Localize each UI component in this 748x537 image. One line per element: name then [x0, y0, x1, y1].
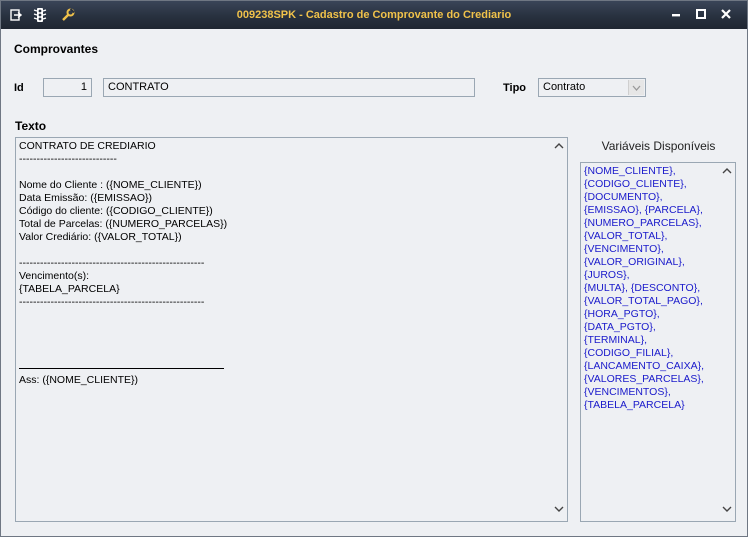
variable-item: {LANCAMENTO_CAIXA},: [584, 360, 705, 372]
texto-line: [19, 166, 549, 179]
texto-line: ----------------------------: [19, 153, 117, 165]
chevron-down-icon[interactable]: [628, 80, 644, 95]
texto-line: [19, 335, 549, 348]
scroll-down-icon[interactable]: [553, 505, 565, 517]
variable-item: {MULTA}, {DESCONTO},: [584, 282, 701, 294]
variable-item: {JUROS},: [584, 269, 630, 281]
variable-item: {VENCIMENTO},: [584, 243, 664, 255]
variable-item: {DOCUMENTO},: [584, 191, 663, 203]
title-bar[interactable]: 009238SPK - Cadastro de Comprovante do C…: [1, 1, 747, 29]
variable-item: {VENCIMENTOS},: [584, 386, 671, 398]
texto-line: CONTRATO DE CREDIARIO: [19, 140, 156, 152]
name-field[interactable]: CONTRATO: [103, 78, 475, 97]
variable-item: {HORA_PGTO},: [584, 308, 660, 320]
texto-line: Valor Crediário: ({VALOR_TOTAL}): [19, 231, 182, 243]
variable-item: {VALORES_PARCELAS},: [584, 373, 704, 385]
texto-editor[interactable]: CONTRATO DE CREDIARIO ------------------…: [15, 137, 568, 522]
id-field[interactable]: 1: [43, 78, 92, 97]
texto-content: CONTRATO DE CREDIARIO ------------------…: [19, 140, 549, 387]
variaveis-content: {NOME_CLIENTE}, {CODIGO_CLIENTE}, {DOCUM…: [584, 165, 717, 412]
texto-label: Texto: [15, 119, 47, 133]
app-window: 009238SPK - Cadastro de Comprovante do C…: [0, 0, 748, 537]
id-label: Id: [14, 82, 24, 94]
minimize-icon[interactable]: [669, 8, 683, 22]
variable-item: {NUMERO_PARCELAS},: [584, 217, 702, 229]
texto-line: ----------------------------------------…: [19, 296, 205, 308]
texto-line: Ass: ({NOME_CLIENTE}): [19, 374, 139, 386]
variable-item: {DATA_PGTO},: [584, 321, 656, 333]
texto-line: Vencimento(s):: [19, 270, 90, 282]
variable-item: {VALOR_ORIGINAL},: [584, 256, 685, 268]
maximize-icon[interactable]: [694, 8, 708, 22]
texto-line: Data Emissão: ({EMISSAO}): [19, 192, 153, 204]
texto-line: {TABELA_PARCELA}: [19, 283, 120, 295]
texto-line: [19, 348, 549, 361]
variable-item: {VALOR_TOTAL},: [584, 230, 668, 242]
variable-item: {NOME_CLIENTE},: [584, 165, 676, 177]
variaveis-list[interactable]: {NOME_CLIENTE}, {CODIGO_CLIENTE}, {DOCUM…: [580, 162, 736, 522]
tipo-select[interactable]: Contrato: [538, 78, 646, 97]
texto-line: ----------------------------------------…: [19, 257, 205, 269]
texto-line: Total de Parcelas: ({NUMERO_PARCELAS}): [19, 218, 228, 230]
variaveis-label: Variáveis Disponíveis: [601, 139, 716, 153]
window-title: 009238SPK - Cadastro de Comprovante do C…: [236, 9, 512, 21]
texto-line: [19, 309, 549, 322]
variable-item: {CODIGO_FILIAL},: [584, 347, 674, 359]
variable-item: {VALOR_TOTAL_PAGO},: [584, 295, 703, 307]
variable-item: {EMISSAO}, {PARCELA},: [584, 204, 703, 216]
section-title: Comprovantes: [14, 42, 99, 56]
scroll-up-icon[interactable]: [721, 167, 733, 179]
close-icon[interactable]: [719, 8, 733, 22]
texto-line: [19, 322, 549, 335]
variable-item: {CODIGO_CLIENTE},: [584, 178, 687, 190]
tipo-select-value: Contrato: [543, 81, 586, 93]
signature-line: [19, 368, 224, 369]
variable-item: {TABELA_PARCELA}: [584, 399, 685, 411]
texto-line: Código do cliente: ({CODIGO_CLIENTE}): [19, 205, 213, 217]
signature-line-row: [19, 361, 549, 374]
scroll-down-icon[interactable]: [721, 505, 733, 517]
variable-item: {TERMINAL},: [584, 334, 648, 346]
scroll-up-icon[interactable]: [553, 142, 565, 154]
texto-line: Nome do Cliente : ({NOME_CLIENTE}): [19, 179, 202, 191]
texto-line: [19, 244, 549, 257]
tipo-label: Tipo: [503, 82, 527, 94]
